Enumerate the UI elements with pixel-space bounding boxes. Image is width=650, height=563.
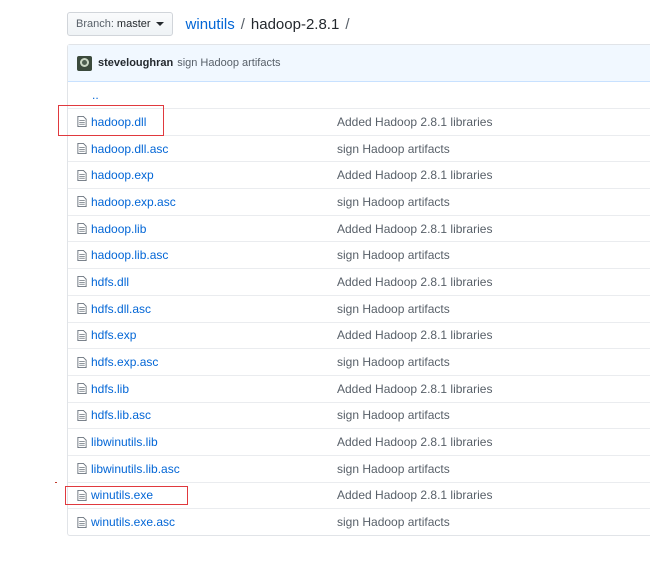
file-icon xyxy=(77,276,87,288)
file-name-cell: hadoop.exp xyxy=(68,168,337,182)
file-navigation: Branch: master winutils / hadoop-2.8.1 / xyxy=(67,11,356,37)
file-name-link[interactable]: hdfs.exp xyxy=(91,328,136,342)
file-row: libwinutils.lib.asc sign Hadoop artifact… xyxy=(68,454,650,482)
file-name-link[interactable]: hadoop.dll.asc xyxy=(91,142,168,156)
file-commit-message[interactable]: Added Hadoop 2.8.1 libraries xyxy=(337,115,492,129)
file-row: hdfs.dll.asc sign Hadoop artifacts xyxy=(68,294,650,322)
file-commit-message[interactable]: Added Hadoop 2.8.1 libraries xyxy=(337,222,492,236)
breadcrumb: winutils / hadoop-2.8.1 / xyxy=(186,16,356,33)
file-name-cell: hdfs.dll xyxy=(68,275,337,289)
file-name-link[interactable]: hadoop.lib.asc xyxy=(91,248,168,262)
file-icon xyxy=(77,463,87,475)
file-icon xyxy=(77,516,87,528)
file-row: hadoop.lib Added Hadoop 2.8.1 libraries xyxy=(68,214,650,242)
file-icon xyxy=(77,249,87,261)
file-name-cell: hdfs.exp.asc xyxy=(68,355,337,369)
branch-name: master xyxy=(116,18,151,30)
file-name-link[interactable]: hadoop.exp xyxy=(91,168,154,182)
file-name-cell: hadoop.lib xyxy=(68,222,337,236)
file-name-link[interactable]: libwinutils.lib.asc xyxy=(91,462,180,476)
breadcrumb-separator: / xyxy=(240,15,245,33)
breadcrumb-repo-link[interactable]: winutils xyxy=(186,16,235,33)
branch-select-button[interactable]: Branch: master xyxy=(67,12,173,36)
file-name-cell: libwinutils.lib.asc xyxy=(68,462,337,476)
file-name-link[interactable]: hdfs.lib xyxy=(91,382,129,396)
file-commit-message[interactable]: sign Hadoop artifacts xyxy=(337,515,450,529)
file-name-link[interactable]: libwinutils.lib xyxy=(91,435,158,449)
highlight-box xyxy=(58,105,165,136)
file-icon xyxy=(77,196,87,208)
file-name-link[interactable]: hdfs.exp.asc xyxy=(91,355,158,369)
file-row: hadoop.exp Added Hadoop 2.8.1 libraries xyxy=(68,161,650,188)
file-row: hdfs.dll Added Hadoop 2.8.1 libraries xyxy=(68,268,650,295)
file-row: winutils.exe.asc sign Hadoop artifacts xyxy=(68,508,650,535)
breadcrumb-current-folder: hadoop-2.8.1 xyxy=(250,15,340,33)
file-rows: hadoop.dll Added Hadoop 2.8.1 libraries … xyxy=(68,108,650,535)
file-commit-message[interactable]: Added Hadoop 2.8.1 libraries xyxy=(337,382,492,396)
file-commit-message[interactable]: sign Hadoop artifacts xyxy=(337,355,450,369)
file-icon xyxy=(77,383,87,395)
file-commit-message[interactable]: sign Hadoop artifacts xyxy=(337,248,450,262)
file-name-cell: libwinutils.lib xyxy=(68,435,337,449)
file-row: libwinutils.lib Added Hadoop 2.8.1 libra… xyxy=(68,428,650,455)
file-name-link[interactable]: hdfs.dll.asc xyxy=(91,302,151,316)
file-icon xyxy=(77,303,87,315)
highlight-box xyxy=(65,486,189,506)
file-commit-message[interactable]: Added Hadoop 2.8.1 libraries xyxy=(337,488,492,502)
latest-commit-bar: steveloughran sign Hadoop artifacts xyxy=(68,45,650,82)
file-row: hdfs.lib.asc sign Hadoop artifacts xyxy=(68,401,650,429)
breadcrumb-trailing-separator: / xyxy=(345,15,350,33)
file-name-cell: hdfs.lib.asc xyxy=(68,408,337,422)
file-commit-message[interactable]: Added Hadoop 2.8.1 libraries xyxy=(337,275,492,289)
avatar[interactable] xyxy=(77,55,92,71)
file-name-cell: hadoop.lib.asc xyxy=(68,248,337,262)
file-name-cell: winutils.exe.asc xyxy=(68,515,337,529)
file-commit-message[interactable]: Added Hadoop 2.8.1 libraries xyxy=(337,168,492,182)
file-name-link[interactable]: hadoop.lib xyxy=(91,222,146,236)
file-name-cell: hdfs.lib xyxy=(68,382,337,396)
file-commit-message[interactable]: sign Hadoop artifacts xyxy=(337,142,450,156)
file-row: hdfs.lib Added Hadoop 2.8.1 libraries xyxy=(68,374,650,402)
branch-prefix: Branch: xyxy=(76,18,114,30)
file-row: hadoop.exp.asc sign Hadoop artifacts xyxy=(68,188,650,215)
parent-directory-link[interactable]: .. xyxy=(92,88,99,102)
commit-message-link[interactable]: sign Hadoop artifacts xyxy=(177,57,280,69)
file-commit-message[interactable]: sign Hadoop artifacts xyxy=(337,302,450,316)
file-name-link[interactable]: winutils.exe.asc xyxy=(91,515,175,529)
file-commit-message[interactable]: sign Hadoop artifacts xyxy=(337,408,450,422)
file-name-link[interactable]: hadoop.exp.asc xyxy=(91,195,176,209)
caret-down-icon xyxy=(155,22,164,26)
file-commit-message[interactable]: sign Hadoop artifacts xyxy=(337,462,450,476)
file-row: hdfs.exp.asc sign Hadoop artifacts xyxy=(68,348,650,375)
file-name-cell: hadoop.dll.asc xyxy=(68,142,337,156)
file-icon xyxy=(77,223,87,235)
file-icon xyxy=(77,409,87,421)
file-icon xyxy=(77,169,87,181)
file-row: hadoop.dll.asc sign Hadoop artifacts xyxy=(68,134,650,162)
file-commit-message[interactable]: Added Hadoop 2.8.1 libraries xyxy=(337,328,492,342)
file-name-cell: hdfs.exp xyxy=(68,328,337,342)
file-name-cell: hadoop.exp.asc xyxy=(68,195,337,209)
file-commit-message[interactable]: Added Hadoop 2.8.1 libraries xyxy=(337,435,492,449)
file-icon xyxy=(77,329,87,341)
file-icon xyxy=(77,356,87,368)
file-icon xyxy=(77,436,87,448)
file-icon xyxy=(77,143,87,155)
file-name-link[interactable]: hdfs.lib.asc xyxy=(91,408,151,422)
commit-author-link[interactable]: steveloughran xyxy=(98,57,173,69)
stray-mark xyxy=(55,482,57,483)
file-row: hdfs.exp Added Hadoop 2.8.1 libraries xyxy=(68,321,650,349)
file-commit-message[interactable]: sign Hadoop artifacts xyxy=(337,195,450,209)
file-name-link[interactable]: hdfs.dll xyxy=(91,275,129,289)
file-name-cell: hdfs.dll.asc xyxy=(68,302,337,316)
file-row: hadoop.lib.asc sign Hadoop artifacts xyxy=(68,241,650,268)
